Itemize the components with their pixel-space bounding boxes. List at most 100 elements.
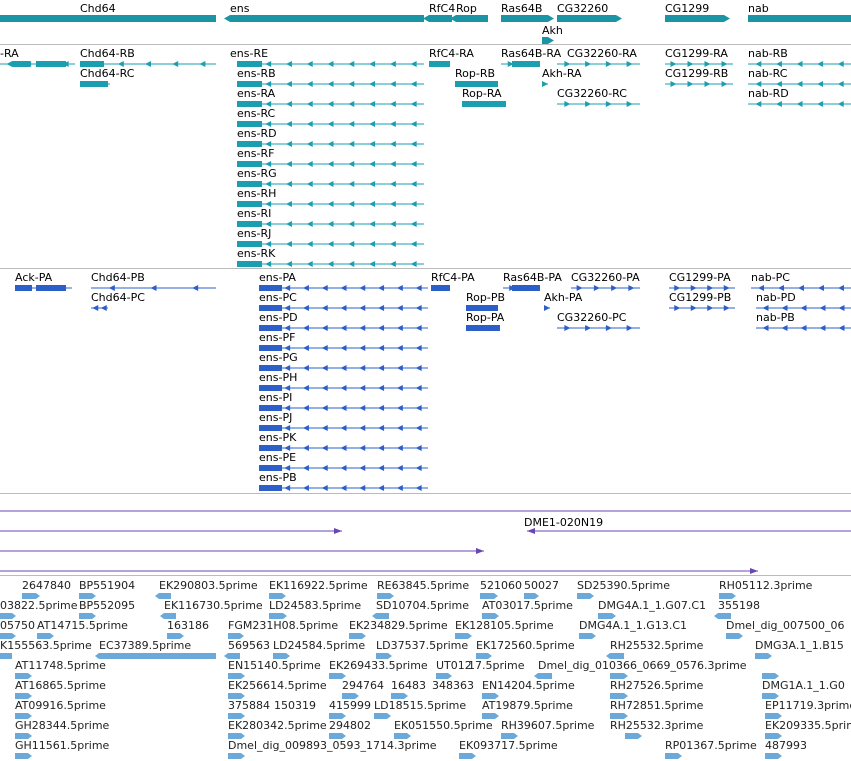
est-label[interactable]: 348363 [432, 679, 474, 692]
gene-label[interactable]: ens [230, 2, 249, 15]
est-label[interactable]: EK172560.5prime [476, 639, 575, 652]
est-label[interactable]: UT012 [436, 659, 472, 672]
cds-label[interactable]: Chd64-PB [91, 271, 145, 284]
transcript-label[interactable]: ens-RC [237, 107, 275, 120]
est-label[interactable]: AT16865.5prime [15, 679, 106, 692]
transcript-label[interactable]: nab-RD [748, 87, 789, 100]
est-label[interactable]: AT11748.5prime [15, 659, 106, 672]
est-label[interactable]: LD24584.5prime [273, 639, 365, 652]
cds-label[interactable]: nab-PC [751, 271, 790, 284]
transcript-label[interactable]: Rop-RB [455, 67, 495, 80]
est-label[interactable]: 163186 [167, 619, 209, 632]
cds-label[interactable]: Ras64B-PA [503, 271, 562, 284]
est-label[interactable]: 03822.5prime [0, 599, 78, 612]
cds-label[interactable]: ens-PK [259, 431, 296, 444]
est-label[interactable]: GH11561.5prime [15, 739, 109, 752]
est-label[interactable]: LD24583.5prime [269, 599, 361, 612]
gene-label[interactable]: Chd64 [80, 2, 116, 15]
transcript-label[interactable]: CG32260-RA [567, 47, 637, 60]
cds-label[interactable]: ens-PJ [259, 411, 292, 424]
cds-label[interactable]: nab-PD [756, 291, 796, 304]
bac-label[interactable]: DME1-020N19 [524, 516, 603, 529]
est-label[interactable]: EK116922.5prime [269, 579, 368, 592]
transcript-label[interactable]: Akh-RA [542, 67, 582, 80]
cds-label[interactable]: RfC4-PA [431, 271, 475, 284]
est-label[interactable]: Dmel_dig_007500_06 [726, 619, 845, 632]
cds-label[interactable]: Chd64-PC [91, 291, 145, 304]
est-label[interactable]: GH28344.5prime [15, 719, 109, 732]
est-label[interactable]: RH72851.5prime [610, 699, 703, 712]
est-label[interactable]: 294802 [329, 719, 371, 732]
est-label[interactable]: AT09916.5prime [15, 699, 106, 712]
est-label[interactable]: 521060 [480, 579, 522, 592]
est-label[interactable]: 415999 [329, 699, 371, 712]
est-label[interactable]: 17.5prime [468, 659, 525, 672]
gene-label[interactable]: nab [748, 2, 769, 15]
cds-label[interactable]: Akh-PA [544, 291, 582, 304]
transcript-label[interactable]: ens-RA [237, 87, 275, 100]
est-label[interactable]: RH25532.5prime [610, 639, 703, 652]
transcript-label[interactable]: RfC4-RA [429, 47, 474, 60]
est-label[interactable]: AT19879.5prime [482, 699, 573, 712]
est-label[interactable]: EK128105.5prime [455, 619, 554, 632]
est-label[interactable]: RH25532.3prime [610, 719, 703, 732]
est-label[interactable]: 355198 [718, 599, 760, 612]
est-label[interactable]: 487993 [765, 739, 807, 752]
gene-label[interactable]: Ras64B [501, 2, 542, 15]
transcript-label[interactable]: Rop-RA [462, 87, 502, 100]
est-label[interactable]: RE63845.5prime [377, 579, 469, 592]
gene-label[interactable]: RfC4 [429, 2, 455, 15]
cds-label[interactable]: CG1299-PB [669, 291, 731, 304]
est-label[interactable]: Dmel_dig_009893_0593_1714.3prime [228, 739, 437, 752]
est-label[interactable]: DMG4A.1_1.G07.C1 [598, 599, 706, 612]
est-label[interactable]: 16483 [391, 679, 426, 692]
transcript-label[interactable]: Chd64-RB [80, 47, 135, 60]
cds-label[interactable]: ens-PH [259, 371, 297, 384]
cds-label[interactable]: ens-PB [259, 471, 297, 484]
est-label[interactable]: EK093717.5prime [459, 739, 558, 752]
gene-label[interactable]: Akh [542, 24, 563, 37]
transcript-label[interactable]: Ras64B-RA [501, 47, 561, 60]
transcript-label[interactable]: ens-RF [237, 147, 274, 160]
transcript-label[interactable]: CG1299-RA [665, 47, 728, 60]
est-label[interactable]: 150319 [274, 699, 316, 712]
est-label[interactable]: SD10704.5prime [376, 599, 469, 612]
est-label[interactable]: RH39607.5prime [501, 719, 594, 732]
est-label[interactable]: EK256614.5prime [228, 679, 327, 692]
cds-label[interactable]: Rop-PB [466, 291, 505, 304]
cds-label[interactable]: ens-PG [259, 351, 298, 364]
cds-label[interactable]: ens-PE [259, 451, 296, 464]
transcript-label[interactable]: ens-RH [237, 187, 276, 200]
est-label[interactable]: 375884 [228, 699, 270, 712]
est-label[interactable]: EN14204.5prime [482, 679, 575, 692]
cds-label[interactable]: ens-PD [259, 311, 298, 324]
cds-label[interactable]: ens-PI [259, 391, 292, 404]
est-label[interactable]: EC37389.5prime [99, 639, 191, 652]
est-label[interactable]: AT14715.5prime [37, 619, 128, 632]
est-label[interactable]: FGM231H08.5prime [228, 619, 338, 632]
est-label[interactable]: 2647840 [22, 579, 71, 592]
cds-label[interactable]: ens-PF [259, 331, 295, 344]
est-label[interactable]: DMG4A.1_1.G13.C1 [579, 619, 687, 632]
est-label[interactable]: EN15140.5prime [228, 659, 321, 672]
transcript-label[interactable]: ens-RK [237, 247, 275, 260]
gene-label[interactable]: CG1299 [665, 2, 709, 15]
est-label[interactable]: RH27526.5prime [610, 679, 703, 692]
est-label[interactable]: AT03017.5prime [482, 599, 573, 612]
est-label[interactable]: 05750 [0, 619, 35, 632]
transcript-label[interactable]: Chd64-RC [80, 67, 134, 80]
est-label[interactable]: Dmel_dig_010366_0669_0576.3prime [538, 659, 747, 672]
est-label[interactable]: EK051550.5prime [394, 719, 493, 732]
transcript-label[interactable]: ens-RG [237, 167, 277, 180]
cds-label[interactable]: nab-PB [756, 311, 795, 324]
transcript-label[interactable]: CG1299-RB [665, 67, 728, 80]
transcript-label[interactable]: nab-RB [748, 47, 788, 60]
transcript-label[interactable]: nab-RC [748, 67, 787, 80]
est-label[interactable]: EK269433.5prime [329, 659, 428, 672]
cds-label[interactable]: CG32260-PA [571, 271, 640, 284]
transcript-label[interactable]: ens-RB [237, 67, 276, 80]
transcript-label[interactable]: ens-RI [237, 207, 271, 220]
cds-label[interactable]: Rop-PA [466, 311, 504, 324]
est-label[interactable]: LD37537.5prime [376, 639, 468, 652]
transcript-label[interactable]: -RA [0, 47, 19, 60]
